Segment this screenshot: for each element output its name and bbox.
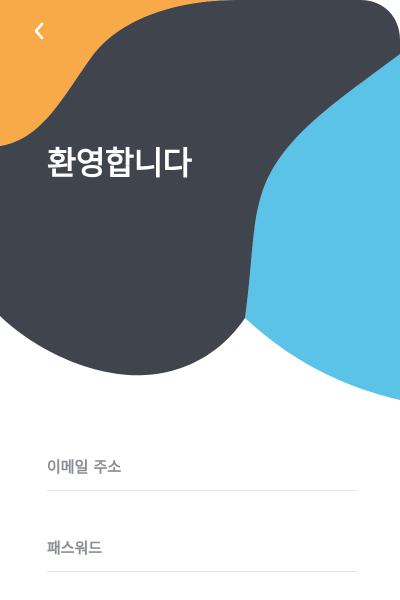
page-title: 환영합니다 <box>47 144 192 182</box>
email-field[interactable] <box>47 458 357 476</box>
chevron-left-icon <box>34 22 44 40</box>
welcome-screen: 환영합니다 <box>0 0 400 600</box>
password-field-container <box>47 518 357 572</box>
email-field-container <box>47 437 357 491</box>
back-button[interactable] <box>22 14 56 48</box>
login-form <box>47 437 357 572</box>
decorative-background-shapes <box>0 0 400 400</box>
password-field[interactable] <box>47 539 357 557</box>
